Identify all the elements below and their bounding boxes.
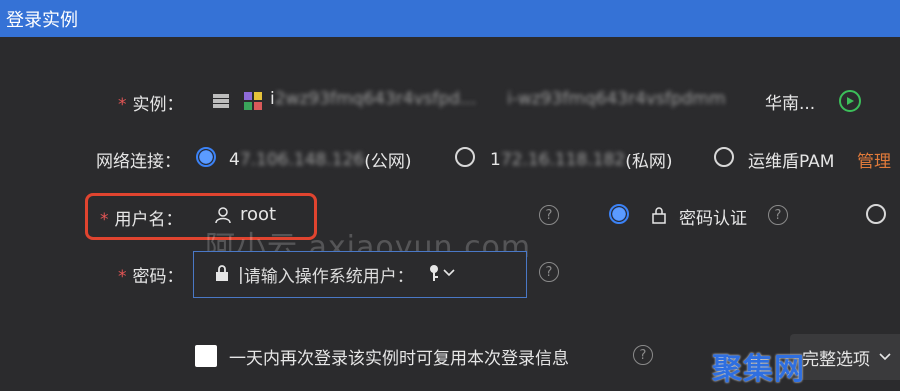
- instance-id: i 2wz93fmq643r4vsfpd...: [270, 89, 477, 109]
- network-private-text: 1 72.16.118.182 (私网): [490, 149, 673, 173]
- auth-help-icon[interactable]: ?: [768, 205, 788, 225]
- radio-private[interactable]: [455, 147, 475, 167]
- instance-region: 华南...: [765, 94, 816, 114]
- password-auth-text: 密码认证: [679, 209, 747, 229]
- radio-password-auth[interactable]: [609, 204, 629, 224]
- password-label: * 密码：: [118, 267, 184, 287]
- username-help-icon[interactable]: ?: [539, 205, 559, 225]
- network-pam-text: 运维盾PAM: [748, 152, 835, 172]
- os-logo-icon: [242, 89, 264, 113]
- server-icon: [212, 90, 230, 112]
- instance-id-secondary: i-wz93fmq643r4vsfpdmm: [507, 89, 726, 109]
- corner-watermark: 聚集网: [712, 352, 805, 387]
- network-public-text: 4 7.106.148.126 (公网): [229, 149, 412, 173]
- remember-checkbox[interactable]: [195, 345, 217, 367]
- play-icon[interactable]: [839, 90, 861, 112]
- instance-label: * 实例：: [118, 95, 184, 115]
- key-dropdown-icon[interactable]: [428, 263, 458, 283]
- manage-link[interactable]: 管理: [857, 147, 891, 172]
- remember-text: 一天内再次登录该实例时可复用本次登录信息: [229, 349, 569, 369]
- radio-public[interactable]: [196, 147, 216, 167]
- username-label: * 用户名：: [100, 210, 183, 230]
- password-placeholder: | 请输入操作系统用户：: [238, 264, 414, 288]
- password-help-icon[interactable]: ?: [539, 262, 559, 282]
- network-label: 网络连接：: [96, 152, 181, 172]
- radio-key-auth[interactable]: [866, 204, 886, 224]
- chevron-down-icon: [879, 353, 891, 361]
- lock-icon-filled: [214, 264, 230, 282]
- radio-pam[interactable]: [714, 147, 734, 167]
- dialog-title: 登录实例: [0, 0, 900, 37]
- complete-options-button[interactable]: 完整选项: [790, 334, 900, 380]
- lock-icon: [651, 206, 667, 224]
- remember-help-icon[interactable]: ?: [633, 345, 653, 365]
